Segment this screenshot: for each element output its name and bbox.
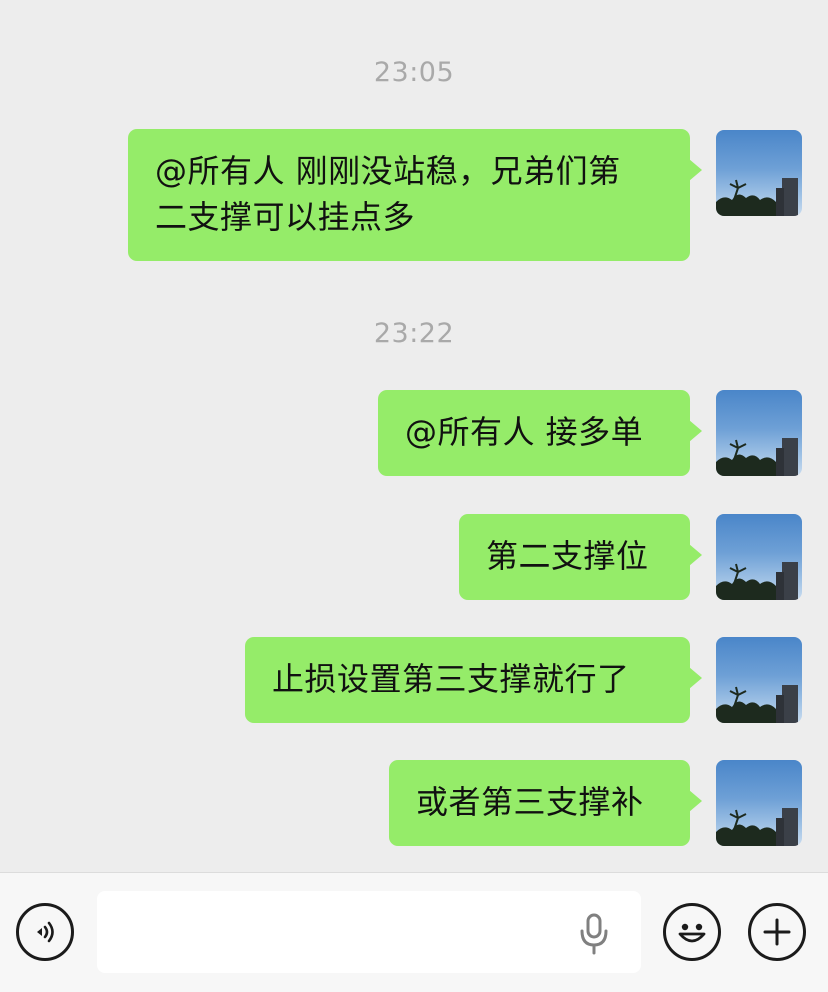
message-input[interactable]	[97, 891, 641, 973]
message-bubble[interactable]: @所有人 刚刚没站稳，兄弟们第 二支撑可以挂点多	[128, 129, 702, 261]
input-toolbar	[0, 872, 828, 992]
message-bubble[interactable]: @所有人 接多单	[378, 390, 702, 476]
avatar-image-icon	[716, 685, 798, 723]
avatar[interactable]	[716, 637, 802, 723]
avatar[interactable]	[716, 130, 802, 216]
timestamp: 23:05	[373, 57, 455, 88]
plus-icon[interactable]	[748, 903, 806, 961]
timestamp: 23:22	[373, 318, 455, 349]
message-bubble[interactable]: 止损设置第三支撑就行了	[245, 637, 702, 723]
voice-icon[interactable]	[16, 903, 74, 961]
avatar[interactable]	[716, 514, 802, 600]
avatar[interactable]	[716, 760, 802, 846]
message-bubble[interactable]: 第二支撑位	[459, 514, 702, 600]
avatar[interactable]	[716, 390, 802, 476]
message-bubble[interactable]: 或者第三支撑补	[389, 760, 702, 846]
chat-message-list[interactable]: 23:05 @所有人 刚刚没站稳，兄弟们第 二支撑可以挂点多 23:22 @所有…	[0, 0, 828, 872]
avatar-image-icon	[716, 562, 798, 600]
avatar-image-icon	[716, 178, 798, 216]
avatar-image-icon	[716, 808, 798, 846]
avatar-image-icon	[716, 438, 798, 476]
emoji-icon[interactable]	[663, 903, 721, 961]
